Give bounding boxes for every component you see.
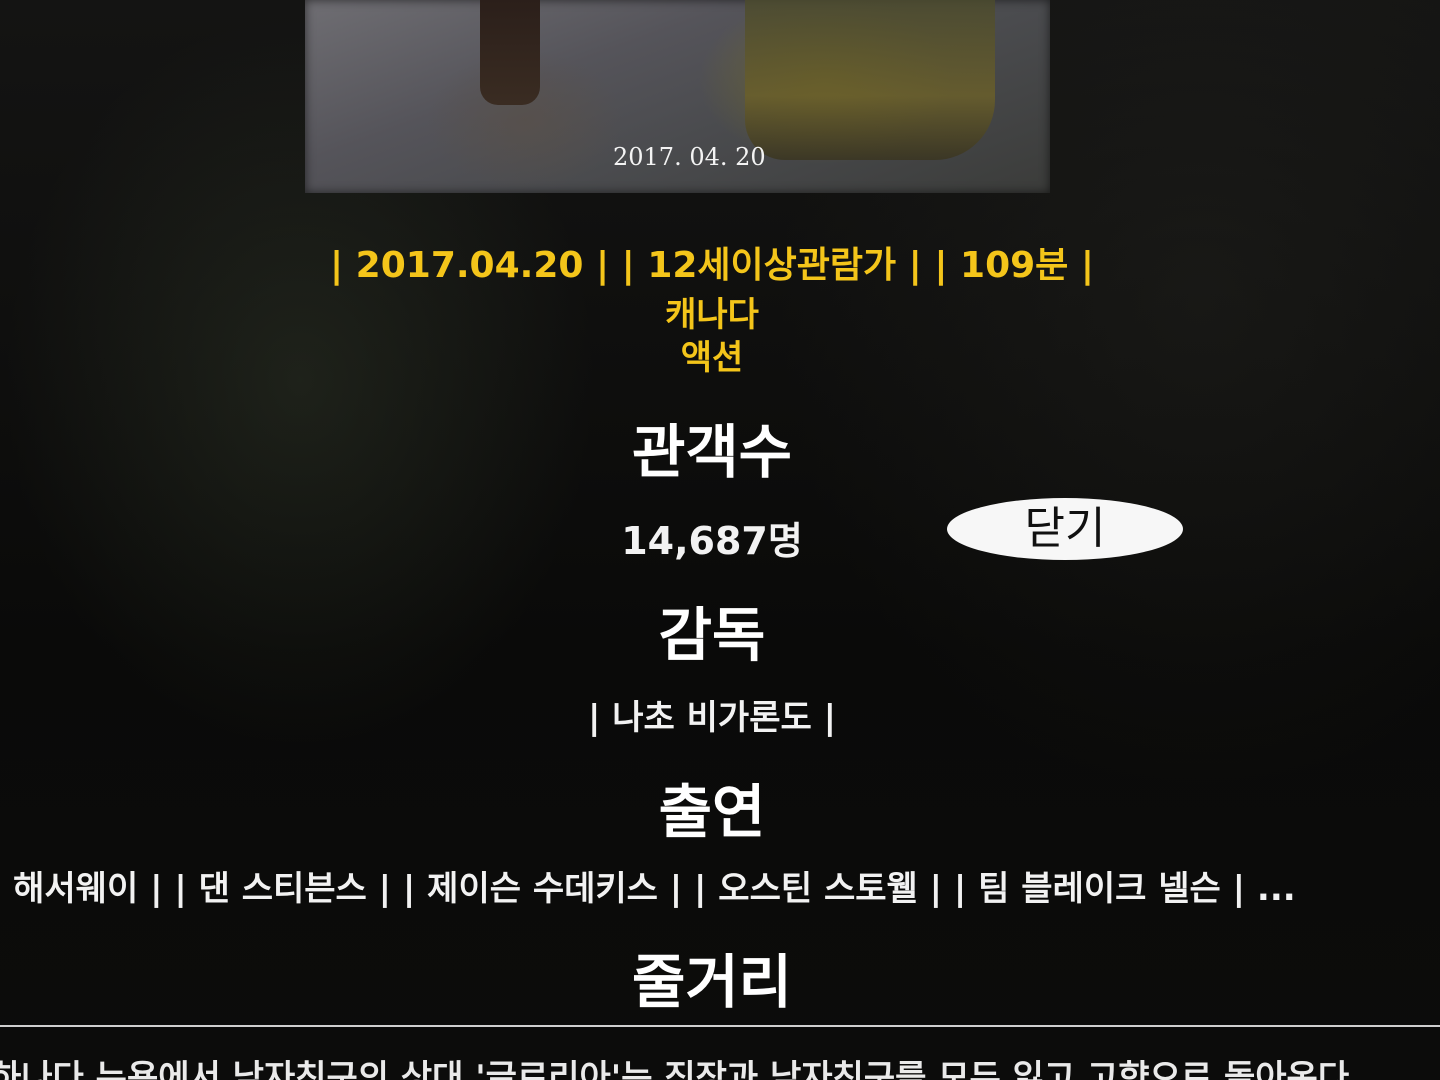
movie-detail-screen: 2017. 04. 20 | 2017.04.20 | | 12세이상관람가 |… bbox=[0, 0, 1440, 1080]
genre-label: 액션 bbox=[680, 338, 744, 378]
synopsis-text: 하나다 뉴욕에서 남자친구의 상대 '글로리아'는 직장과 남자친구를 모두 잃… bbox=[0, 1058, 1350, 1080]
audience-value: 14,687명 bbox=[621, 519, 803, 563]
country-label: 캐나다 bbox=[665, 295, 759, 335]
cast-list: 앤 해서웨이 | | 댄 스티븐스 | | 제이슨 수데키스 | | 오스틴 스… bbox=[0, 869, 1296, 909]
director-value: | 나초 비가론도 | bbox=[587, 698, 837, 738]
release-rating-runtime: | 2017.04.20 | | 12세이상관람가 | | 109분 | bbox=[330, 245, 1094, 286]
section-divider bbox=[0, 1025, 1440, 1027]
close-button[interactable]: 닫기 bbox=[947, 498, 1183, 560]
movie-poster-image: 2017. 04. 20 bbox=[305, 0, 1050, 193]
poster-figure-left bbox=[480, 0, 540, 105]
director-title: 감독 bbox=[658, 601, 766, 669]
audience-title: 관객수 bbox=[631, 418, 793, 486]
synopsis-title: 줄거리 bbox=[631, 948, 793, 1016]
poster-date-text: 2017. 04. 20 bbox=[613, 143, 766, 171]
poster-figure-right bbox=[745, 0, 995, 160]
cast-title: 출연 bbox=[658, 778, 766, 846]
